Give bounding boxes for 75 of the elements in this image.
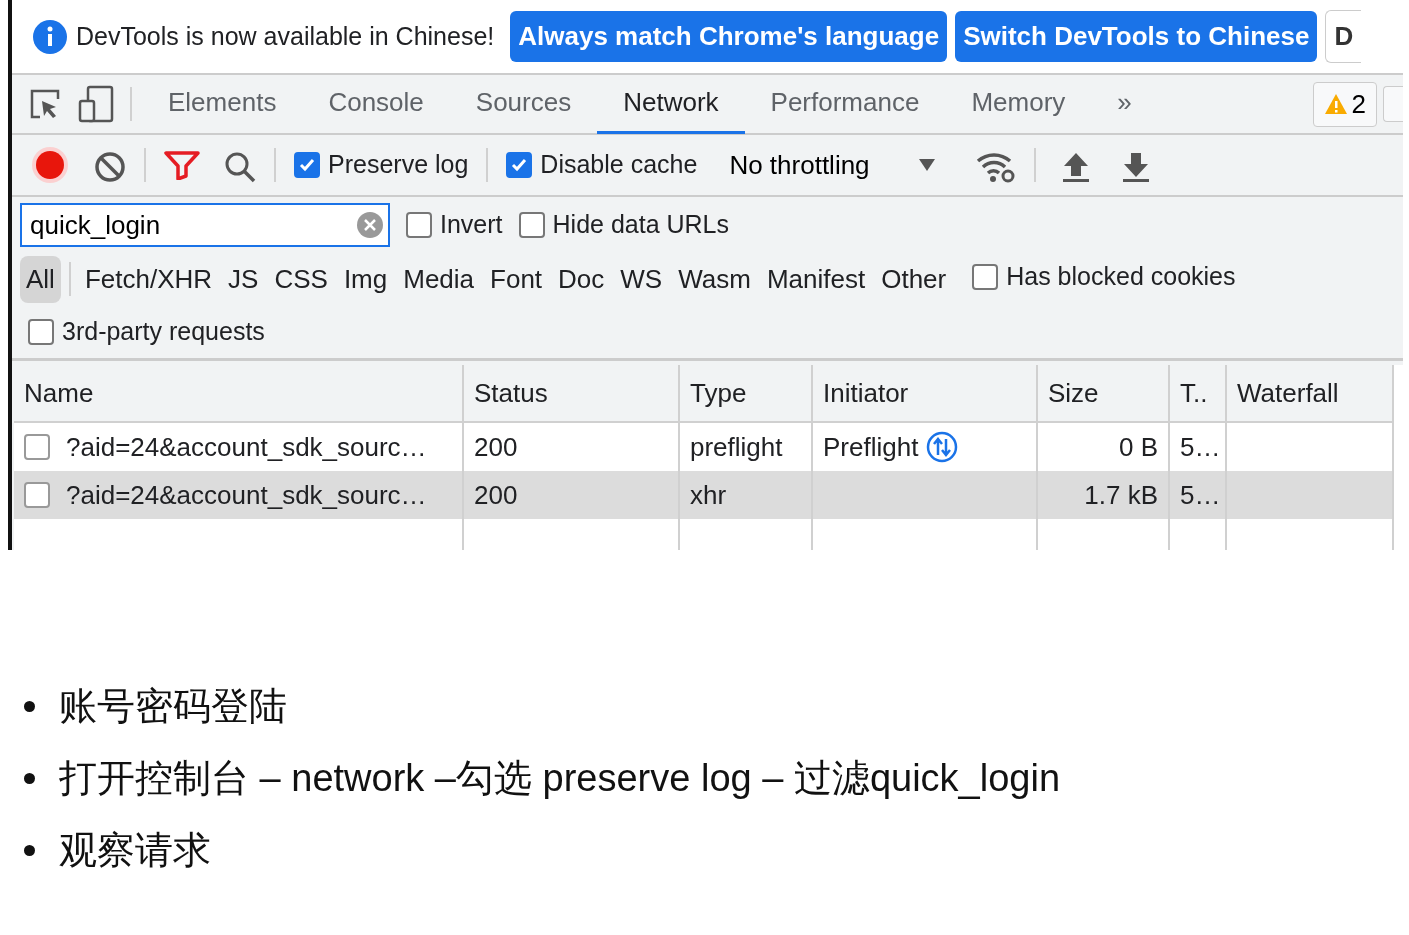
clear-icon[interactable] [94,150,126,183]
type-filter[interactable]: Other [875,255,953,303]
bullet-text: 账号密码登陆 [59,684,287,729]
table-cell-text: Preflight [823,430,919,464]
checkbox[interactable] [406,212,432,238]
table-cell-text: 0 B [1118,430,1158,464]
type-filter[interactable]: All [20,255,61,303]
infobar-button[interactable]: D [1325,9,1362,64]
checkbox[interactable] [518,212,545,238]
checkbox[interactable] [28,318,54,345]
record-icon[interactable] [30,145,70,185]
checkbox-label: Invert [440,209,503,241]
download-icon[interactable] [1121,150,1150,183]
panel-tab[interactable]: Sources [449,74,598,134]
type-filter[interactable]: WS [614,255,669,303]
preflight-icon[interactable] [926,431,959,463]
checkbox-label: Hide data URLs [552,209,729,241]
panel-tab[interactable]: Memory [945,74,1092,134]
column-header[interactable]: Type [680,365,813,423]
column-header[interactable]: Waterfall [1227,365,1394,423]
checkbox-label: 3rd-party requests [62,315,265,347]
warnings-button[interactable]: 2 [1312,81,1377,127]
infobar-button[interactable]: Switch DevTools to Chinese [955,10,1318,63]
filter-field[interactable]: quick_login [20,203,390,247]
infobar-message: DevTools is now available in Chinese! [76,20,495,52]
panel-tab[interactable]: Network [597,74,745,134]
checkbox-label: Disable cache [540,149,698,181]
table-cell-text: 1.7 kB [1084,478,1158,512]
bullet-text: 打开控制台 – network –勾选 preserve log – 过滤quick_login [59,756,1061,801]
bullet-icon [24,772,35,784]
type-filter[interactable]: Fetch/XHR [78,255,219,303]
checkbox[interactable] [506,152,533,178]
checkbox-label: Has blocked cookies [1006,260,1236,292]
type-filter[interactable]: CSS [268,255,334,303]
infobar-button[interactable]: Always match Chrome's language [510,10,948,63]
network-conditions-icon[interactable] [975,150,1016,183]
checkbox[interactable] [294,152,320,178]
table-cell: 200 [464,471,680,519]
clear-input-icon[interactable] [356,211,384,239]
type-filter[interactable]: JS [222,255,265,303]
checkbox[interactable] [972,263,999,290]
checkbox[interactable] [24,434,50,460]
inspect-icon[interactable] [28,87,62,121]
device-toolbar-icon[interactable] [78,85,114,123]
checkbox[interactable] [24,482,50,508]
check-icon [510,156,529,174]
search-icon[interactable] [224,150,256,183]
type-filter[interactable]: Img [337,255,394,303]
table-cell: 5… [1170,471,1227,519]
filter-icon[interactable] [164,150,200,180]
type-filter[interactable]: Doc [552,255,611,303]
column-header[interactable]: Size [1038,365,1170,423]
bullet-icon [24,844,35,856]
bullet-icon [24,700,35,712]
panel-tab[interactable]: Elements [142,74,303,134]
more-tabs-button[interactable]: » [1091,74,1158,134]
column-header[interactable]: T.. [1170,365,1227,423]
checkbox-label: Preserve log [328,149,469,181]
throttling-select[interactable]: No throttling [721,145,944,185]
column-header[interactable]: Name [14,365,464,423]
dropdown-arrow-icon [917,158,936,172]
column-header[interactable]: Status [464,365,680,423]
info-icon [32,18,68,55]
check-icon [298,156,316,174]
bullet-text: 观察请求 [59,828,211,873]
table-cell: xhr [680,471,813,519]
request-name[interactable]: ?aid=24&account_sdk_sourc… [66,427,427,467]
type-filter[interactable]: Manifest [760,255,872,303]
type-filter[interactable]: Wasm [672,255,757,303]
column-header[interactable]: Initiator [813,365,1038,423]
panel-tab[interactable]: Performance [744,74,946,134]
type-filter[interactable]: Media [397,255,481,303]
type-filter[interactable]: Font [484,255,549,303]
warning-icon [1323,93,1348,115]
panel-tab[interactable]: Console [302,74,450,134]
